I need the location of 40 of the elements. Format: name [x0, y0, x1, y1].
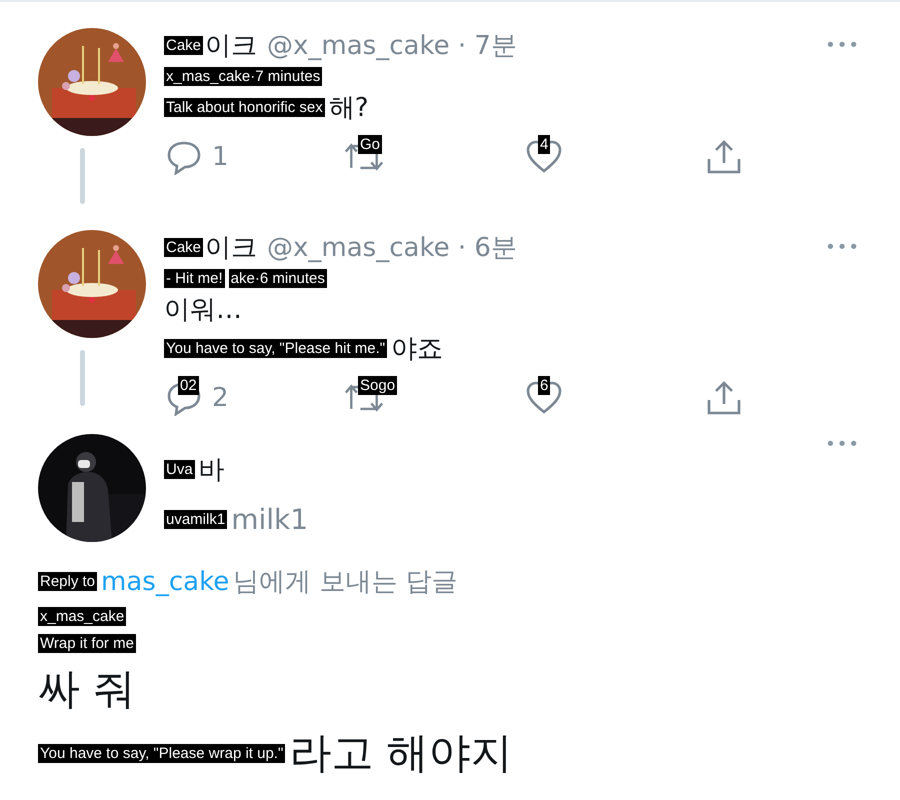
translation-label: Cake: [164, 36, 204, 55]
display-name: 바: [198, 454, 225, 487]
user-handle: milk1: [231, 503, 308, 536]
count: 1: [212, 142, 229, 172]
heart-icon[interactable]: [524, 380, 564, 416]
more-icon[interactable]: •••: [825, 35, 860, 56]
tweet-text: 라고 해야지: [289, 727, 513, 779]
translation-label: Talk about honorific sex: [164, 98, 325, 117]
translation-label: x_mas_cake: [38, 607, 126, 626]
translation-label: You have to say, "Please hit me.": [164, 339, 388, 358]
translation-label: Wrap it for me: [38, 634, 136, 653]
count: 2: [212, 383, 229, 413]
tweet-text: 님에게 보내는 답글: [233, 566, 458, 599]
translation-label: Go: [358, 135, 382, 154]
translation-label: ake·6 minutes: [228, 269, 327, 288]
more-icon[interactable]: •••: [825, 237, 860, 258]
translation-label: Cake: [164, 238, 204, 257]
translation-label: Sogo: [358, 376, 398, 395]
translation-label: 02: [178, 376, 199, 395]
translation-label: 4: [538, 135, 550, 154]
display-name: 이크: [205, 30, 258, 63]
thread-line: [80, 148, 84, 204]
heart-icon[interactable]: [524, 139, 564, 175]
translation-label: You have to say, "Please wrap it up.": [38, 744, 286, 762]
translation-label: x_mas_cake·7 minutes: [164, 67, 322, 86]
display-name: 이크: [205, 232, 258, 265]
tweet-text: 이워…: [164, 294, 242, 327]
mention-link[interactable]: mas_cake: [101, 566, 230, 596]
translation-label: - Hit me!: [164, 269, 225, 288]
more-icon[interactable]: •••: [825, 434, 860, 455]
translation-label: Reply to: [38, 572, 98, 591]
tweet-text: 야죠: [391, 333, 444, 366]
tweet-text: 해?: [328, 92, 369, 125]
translation-label: 6: [538, 376, 550, 395]
translation-label: Uva: [164, 460, 195, 479]
handle-time: @x_mas_cake · 6분: [267, 232, 517, 265]
translation-label: uvamilk1: [164, 510, 228, 529]
thread-line: [80, 350, 84, 406]
handle-time: @x_mas_cake · 7분: [267, 30, 517, 63]
tweet-text: 싸 줘: [38, 663, 136, 715]
